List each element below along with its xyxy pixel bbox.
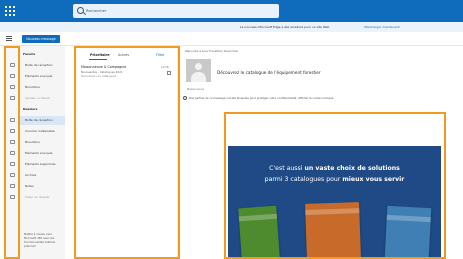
search-input[interactable] <box>86 5 274 17</box>
banner-line2-pre: parmi 3 catalogues pour <box>264 176 341 183</box>
sidebar-item-label: Brouillons <box>25 85 40 89</box>
sidebar-item[interactable]: Courrier indésirable <box>20 127 65 136</box>
sidebar-item-label: Boîte de réception <box>25 63 53 67</box>
outlook-web-app: Le nouveau Microsoft Edge a été amélioré… <box>0 0 463 259</box>
banner-line1-pre: C'est aussi <box>269 165 303 172</box>
list-item-sender: Maisonneuve & Compagnie <box>81 65 127 69</box>
tab-focused[interactable]: Prioritaire <box>90 53 110 57</box>
sidebar-item-label: Boîte de réception <box>25 118 53 122</box>
hamburger-menu-icon[interactable] <box>6 36 12 41</box>
folder-icon[interactable] <box>10 63 15 67</box>
catalog-cover-2[interactable] <box>305 202 361 259</box>
sidebar-item-label: Favoris <box>23 52 36 56</box>
folder-icon[interactable] <box>10 140 15 144</box>
sidebar-item-label: Brouillons <box>25 140 40 144</box>
list-item[interactable]: Maisonneuve & Compagnie Nouveautés - Cat… <box>79 63 175 79</box>
folder-icon[interactable] <box>10 129 15 133</box>
list-item-date: 12:08 <box>161 66 169 69</box>
blocked-content-notice[interactable]: Des parties de ce message ont été bloqué… <box>189 96 333 100</box>
folder-icon[interactable] <box>10 118 15 122</box>
folder-icon[interactable] <box>10 173 15 177</box>
upgrade-promo[interactable]: Mettre à niveau vers Microsoft 365 avec … <box>24 232 62 248</box>
sidebar-item[interactable]: Ajouter un favori <box>20 94 65 103</box>
sidebar-item-label: Créer un dossier <box>25 195 50 199</box>
search-box[interactable] <box>73 4 279 18</box>
folder-icon[interactable] <box>10 85 15 89</box>
sidebar-item-label: Courrier indésirable <box>25 129 55 133</box>
message-actions[interactable]: Répondre à tous Transférer Supprimer <box>185 49 238 53</box>
folder-pane: Favoris Boîte de réception Éléments envoyé… <box>20 46 65 259</box>
sidebar-item[interactable]: Éléments supprimés <box>20 160 65 169</box>
sidebar-item[interactable]: Dossiers <box>20 105 65 114</box>
info-bar-text: Le nouveau Microsoft Edge a été amélioré… <box>240 25 330 29</box>
avatar <box>186 59 211 82</box>
sidebar-item[interactable]: Archive <box>20 171 65 180</box>
sidebar-item-label: Éléments envoyés <box>25 151 53 155</box>
new-message-button[interactable]: Nouveau message <box>22 35 60 43</box>
sidebar-item[interactable]: Créer un dossier <box>20 193 65 202</box>
search-icon <box>77 7 84 14</box>
folder-icon[interactable] <box>10 162 15 166</box>
sidebar-item-label: Notes <box>25 184 34 188</box>
list-item-preview: Découvrez nos catalogues <box>81 74 117 78</box>
sidebar-item[interactable]: Boîte de réception <box>20 116 65 125</box>
sidebar-item[interactable]: Brouillons <box>20 138 65 147</box>
banner-line2-bold: mieux vous servir <box>342 176 405 183</box>
sidebar-item-label: Dossiers <box>23 107 38 111</box>
toolbar: Nouveau message <box>0 32 463 46</box>
folder-icon[interactable] <box>10 96 15 100</box>
sidebar-item-label: Éléments supprimés <box>25 162 56 166</box>
calendar-icon <box>167 71 171 75</box>
sidebar-item-label: Ajouter un favori <box>25 96 51 100</box>
newsletter-banner: C'est aussi un vaste choix de solutions … <box>228 146 441 259</box>
catalog-cover-1[interactable] <box>238 205 280 259</box>
sidebar-item[interactable]: Notes <box>20 182 65 191</box>
app-launcher-icon[interactable] <box>5 6 15 16</box>
top-bar <box>0 0 463 22</box>
browser-info-bar: Le nouveau Microsoft Edge a été amélioré… <box>0 22 463 32</box>
person-head-icon <box>195 63 202 70</box>
banner-headline-2: parmi 3 catalogues pour mieux vous servi… <box>228 176 441 183</box>
info-bar-link[interactable]: Télécharger maintenant <box>364 25 400 29</box>
sidebar-item[interactable]: Brouillons <box>20 83 65 92</box>
sidebar-item[interactable]: Boîte de réception <box>20 61 65 70</box>
banner-headline-1: C'est aussi un vaste choix de solutions <box>228 165 441 172</box>
person-body-icon <box>191 72 206 82</box>
tab-other[interactable]: Autres <box>118 53 129 57</box>
tab-focused-underline <box>89 59 107 60</box>
catalog-cover-3[interactable] <box>384 205 432 259</box>
sidebar-item-label: Archive <box>25 173 37 177</box>
folder-icon[interactable] <box>10 184 15 188</box>
sidebar-item-label: Éléments envoyés <box>25 74 53 78</box>
folder-icon[interactable] <box>10 195 15 199</box>
message-list: Prioritaire Autres Filtre Maisonneuve & … <box>76 46 178 259</box>
sidebar-item[interactable]: Éléments envoyés <box>20 72 65 81</box>
message-subject: Découvrez le catalogue de l'équipement f… <box>217 70 321 75</box>
folder-icon[interactable] <box>10 151 15 155</box>
folder-icon[interactable] <box>10 74 15 78</box>
info-icon <box>183 96 187 100</box>
message-sender: Maisonneuve <box>187 88 205 91</box>
sidebar-item[interactable]: Favoris <box>20 50 65 59</box>
sidebar-item[interactable]: Éléments envoyés <box>20 149 65 158</box>
filter-button[interactable]: Filtre <box>156 53 164 57</box>
banner-line1-bold: un vaste choix de solutions <box>304 165 400 172</box>
